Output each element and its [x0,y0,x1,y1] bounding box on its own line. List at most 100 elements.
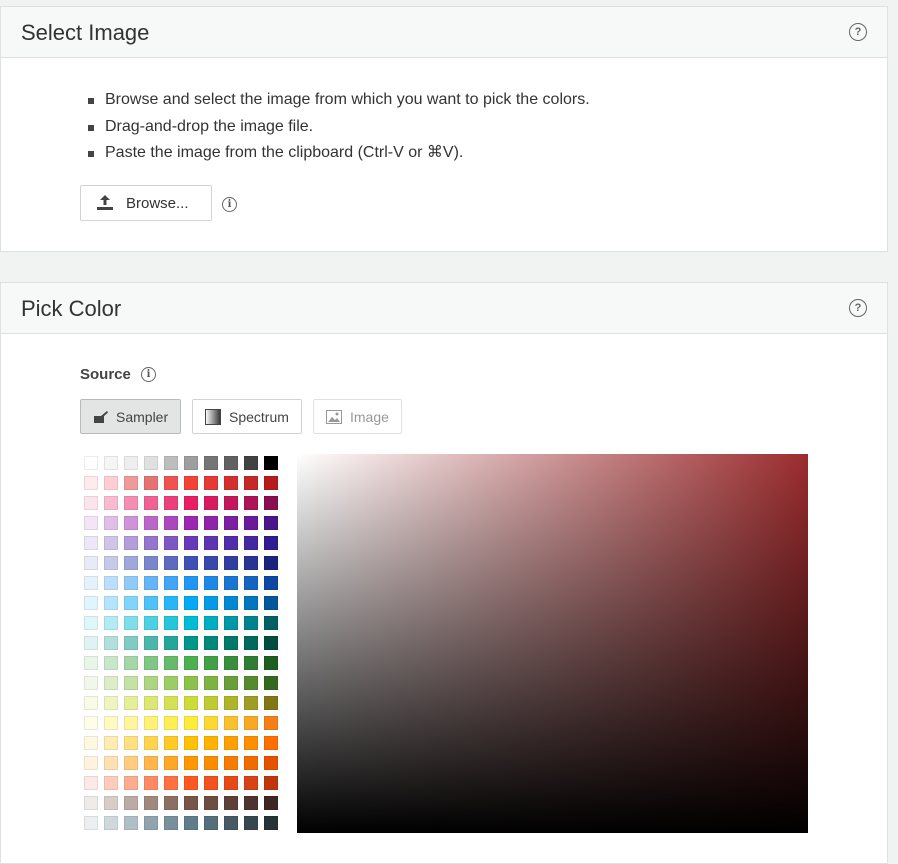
color-swatch[interactable] [184,716,198,730]
source-image-button[interactable]: Image [313,399,402,434]
color-swatch[interactable] [144,556,158,570]
color-swatch[interactable] [124,536,138,550]
color-swatch[interactable] [164,556,178,570]
color-swatch[interactable] [144,716,158,730]
color-swatch[interactable] [244,616,258,630]
color-swatch[interactable] [224,776,238,790]
color-swatch[interactable] [144,676,158,690]
color-swatch[interactable] [184,496,198,510]
color-swatch[interactable] [84,576,98,590]
color-swatch[interactable] [124,716,138,730]
info-circle-icon[interactable]: i [141,367,156,382]
color-swatch[interactable] [144,536,158,550]
color-swatch[interactable] [184,796,198,810]
color-swatch[interactable] [244,716,258,730]
color-swatch[interactable] [84,756,98,770]
color-swatch[interactable] [224,616,238,630]
color-swatch[interactable] [164,476,178,490]
color-swatch[interactable] [224,816,238,830]
color-swatch[interactable] [144,736,158,750]
color-swatch[interactable] [144,776,158,790]
color-swatch[interactable] [244,756,258,770]
color-swatch[interactable] [204,776,218,790]
color-swatch[interactable] [184,476,198,490]
color-swatch[interactable] [104,516,118,530]
color-swatch[interactable] [84,596,98,610]
color-swatch[interactable] [104,756,118,770]
color-swatch[interactable] [204,636,218,650]
color-swatch[interactable] [184,656,198,670]
color-swatch[interactable] [84,556,98,570]
color-swatch[interactable] [244,776,258,790]
color-swatch[interactable] [124,796,138,810]
color-swatch[interactable] [264,696,278,710]
color-swatch[interactable] [244,476,258,490]
color-swatch[interactable] [104,656,118,670]
color-swatch[interactable] [104,556,118,570]
color-swatch[interactable] [224,656,238,670]
color-swatch[interactable] [104,496,118,510]
color-swatch[interactable] [204,676,218,690]
color-swatch[interactable] [224,676,238,690]
color-swatch[interactable] [264,656,278,670]
color-swatch[interactable] [244,536,258,550]
color-swatch[interactable] [144,816,158,830]
color-swatch[interactable] [104,736,118,750]
color-swatch[interactable] [224,476,238,490]
color-swatch[interactable] [84,676,98,690]
color-swatch[interactable] [264,736,278,750]
question-circle-icon[interactable]: ? [849,299,867,317]
color-swatch[interactable] [104,476,118,490]
color-swatch[interactable] [84,656,98,670]
color-swatch[interactable] [124,656,138,670]
color-swatch[interactable] [264,636,278,650]
color-swatch[interactable] [184,556,198,570]
color-swatch[interactable] [84,796,98,810]
color-swatch[interactable] [84,496,98,510]
color-swatch[interactable] [144,456,158,470]
color-swatch[interactable] [224,716,238,730]
color-swatch[interactable] [244,736,258,750]
color-swatch[interactable] [264,576,278,590]
color-swatch[interactable] [264,596,278,610]
color-swatch[interactable] [244,796,258,810]
color-swatch[interactable] [184,576,198,590]
color-swatch[interactable] [104,456,118,470]
color-swatch[interactable] [224,596,238,610]
color-swatch[interactable] [84,516,98,530]
color-swatch[interactable] [124,576,138,590]
color-swatch[interactable] [264,776,278,790]
color-swatch[interactable] [84,616,98,630]
color-swatch[interactable] [164,816,178,830]
color-swatch[interactable] [124,476,138,490]
color-swatch[interactable] [164,496,178,510]
color-swatch[interactable] [244,456,258,470]
color-swatch[interactable] [144,496,158,510]
color-swatch[interactable] [164,616,178,630]
color-swatch[interactable] [244,516,258,530]
color-swatch[interactable] [204,496,218,510]
color-swatch[interactable] [164,656,178,670]
color-swatch[interactable] [224,576,238,590]
color-swatch[interactable] [264,496,278,510]
color-swatch[interactable] [264,536,278,550]
color-swatch[interactable] [204,816,218,830]
color-swatch[interactable] [84,776,98,790]
color-swatch[interactable] [184,776,198,790]
color-swatch[interactable] [264,456,278,470]
color-swatch[interactable] [264,616,278,630]
color-swatch[interactable] [164,776,178,790]
color-swatch[interactable] [204,616,218,630]
color-swatch[interactable] [84,816,98,830]
color-swatch[interactable] [224,696,238,710]
color-swatch[interactable] [264,716,278,730]
color-swatch[interactable] [124,676,138,690]
color-swatch[interactable] [84,736,98,750]
color-swatch[interactable] [264,516,278,530]
color-swatch[interactable] [144,696,158,710]
color-swatch[interactable] [244,596,258,610]
color-swatch[interactable] [124,696,138,710]
info-circle-icon[interactable]: i [222,197,237,212]
color-swatch[interactable] [84,636,98,650]
color-swatch[interactable] [164,576,178,590]
